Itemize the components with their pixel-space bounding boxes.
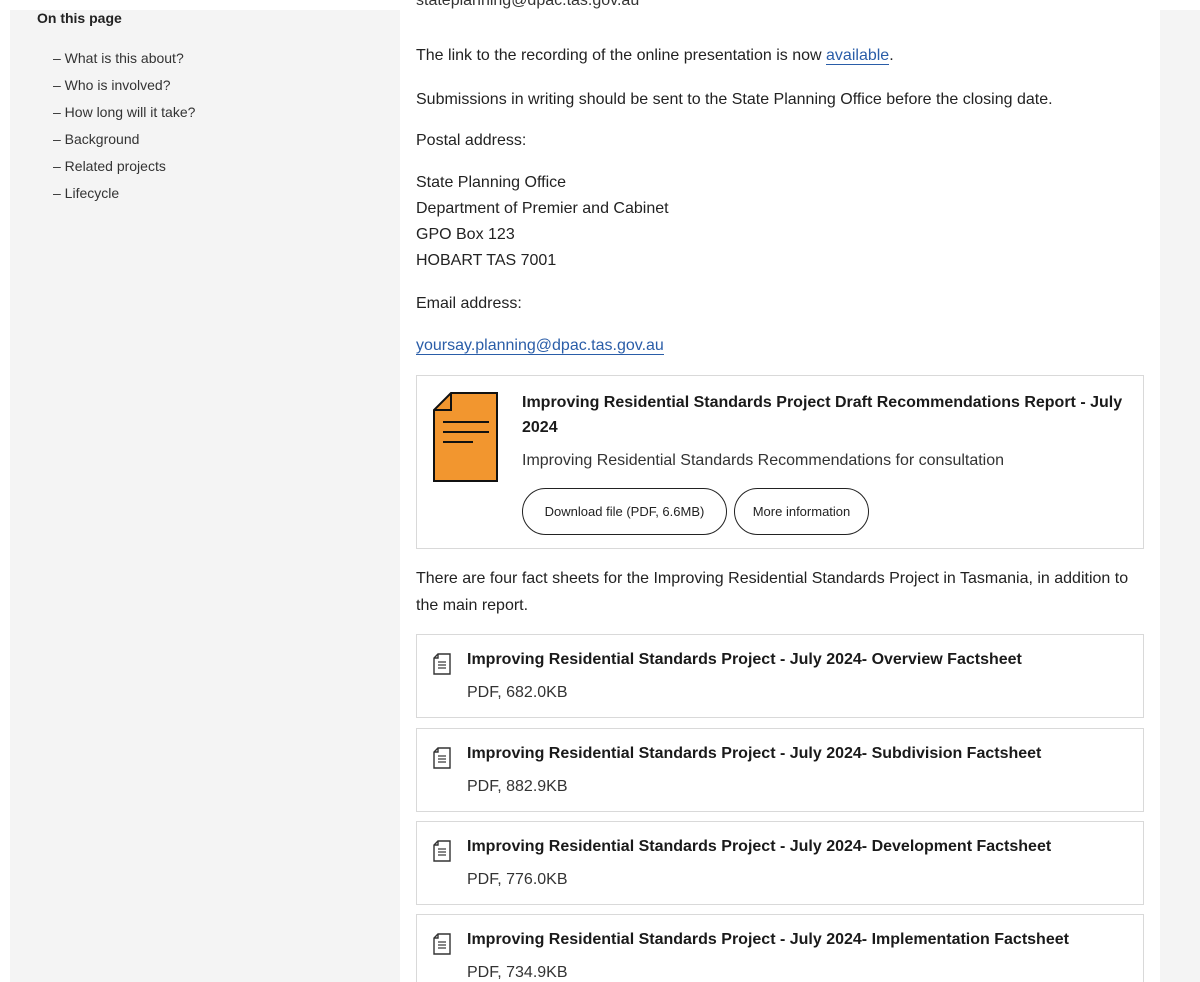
submissions-paragraph: Submissions in writing should be sent to… [416, 91, 1053, 108]
featured-document-title: Improving Residential Standards Project … [522, 394, 1123, 436]
document-icon [433, 840, 451, 867]
address-line-2: Department of Premier and Cabinet [416, 200, 669, 217]
on-this-page-nav: – What is this about? – Who is involved?… [53, 45, 195, 207]
address-line-4: HOBART TAS 7001 [416, 252, 557, 269]
factsheet-card[interactable]: Improving Residential Standards Project … [416, 914, 1144, 982]
factsheets-intro-line-1: There are four fact sheets for the Impro… [416, 570, 1129, 587]
address-line-3: GPO Box 123 [416, 226, 515, 243]
factsheet-title[interactable]: Improving Residential Standards Project … [467, 835, 1051, 859]
toc-item-related-projects[interactable]: – Related projects [53, 153, 195, 180]
toc-item-how-long[interactable]: – How long will it take? [53, 99, 195, 126]
email-address-label: Email address: [416, 295, 522, 312]
factsheet-file-meta: PDF, 882.9KB [467, 778, 568, 795]
toc-item-lifecycle[interactable]: – Lifecycle [53, 180, 195, 207]
document-file-icon [433, 392, 499, 487]
page: On this page – What is this about? – Who… [0, 0, 1200, 982]
partial-email-text: stateplanning@dpac.tas.gov.au [416, 0, 640, 9]
document-icon [433, 747, 451, 774]
toc-item-what-is-this-about[interactable]: – What is this about? [53, 45, 195, 72]
factsheet-file-meta: PDF, 682.0KB [467, 684, 568, 701]
factsheet-card[interactable]: Improving Residential Standards Project … [416, 728, 1144, 812]
factsheets-intro-line-2: the main report. [416, 597, 529, 614]
document-icon [433, 933, 451, 960]
recording-text: The link to the recording of the online … [416, 47, 827, 64]
right-gutter [1160, 10, 1200, 982]
recording-paragraph: The link to the recording of the online … [416, 43, 894, 69]
address-line-1: State Planning Office [416, 174, 567, 191]
toc-item-who-is-involved[interactable]: – Who is involved? [53, 72, 195, 99]
featured-document-card: Improving Residential Standards Project … [416, 375, 1144, 549]
email-paragraph: yoursay.planning@dpac.tas.gov.au [416, 333, 664, 359]
toc-item-background[interactable]: – Background [53, 126, 195, 153]
factsheet-file-meta: PDF, 776.0KB [467, 871, 568, 888]
recording-end: . [889, 47, 894, 64]
featured-document-description: Improving Residential Standards Recommen… [522, 452, 1005, 469]
on-this-page-title: On this page [37, 10, 122, 26]
postal-address-label: Postal address: [416, 132, 527, 149]
factsheet-card[interactable]: Improving Residential Standards Project … [416, 821, 1144, 905]
factsheet-title[interactable]: Improving Residential Standards Project … [467, 648, 1022, 672]
factsheet-title[interactable]: Improving Residential Standards Project … [467, 928, 1069, 952]
factsheet-title[interactable]: Improving Residential Standards Project … [467, 742, 1041, 766]
factsheet-card[interactable]: Improving Residential Standards Project … [416, 634, 1144, 718]
document-icon [433, 653, 451, 680]
recording-available-link[interactable]: available [826, 47, 890, 65]
download-file-button[interactable]: Download file (PDF, 6.6MB) [522, 488, 727, 535]
email-link[interactable]: yoursay.planning@dpac.tas.gov.au [416, 337, 664, 355]
factsheet-file-meta: PDF, 734.9KB [467, 964, 568, 981]
more-information-button[interactable]: More information [734, 488, 869, 535]
